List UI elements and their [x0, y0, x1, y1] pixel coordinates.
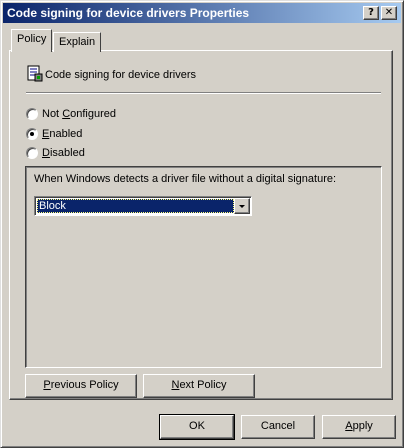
tab-policy[interactable]: Policy [11, 29, 53, 52]
cancel-button[interactable]: Cancel [241, 415, 315, 439]
close-button[interactable]: ✕ [381, 6, 397, 20]
apply-button[interactable]: Apply [322, 415, 396, 439]
next-policy-button[interactable]: Next Policy [143, 374, 255, 398]
group-label: When Windows detects a driver file witho… [34, 173, 337, 185]
radio-enabled[interactable]: Enabled [26, 128, 83, 141]
radio-disabled-label: Disabled [42, 147, 85, 160]
title-bar[interactable]: Code signing for device drivers Properti… [3, 3, 401, 23]
options-group: When Windows detects a driver file witho… [25, 166, 382, 368]
radio-enabled-label: Enabled [42, 128, 83, 141]
tab-explain[interactable]: Explain [53, 32, 102, 52]
tab-policy-label: Policy [17, 33, 47, 45]
policy-name: Code signing for device drivers [45, 69, 197, 81]
tab-explain-label: Explain [59, 36, 96, 48]
previous-policy-button[interactable]: Previous Policy [25, 374, 137, 398]
chevron-down-icon[interactable] [234, 198, 250, 214]
separator [26, 92, 381, 94]
policy-setting-icon [27, 65, 43, 82]
radio-disabled-circle[interactable] [26, 147, 38, 160]
radio-not-configured[interactable]: Not Configured [26, 108, 117, 121]
radio-enabled-circle[interactable] [26, 128, 38, 141]
signature-action-dropdown[interactable]: Block [34, 196, 252, 216]
dropdown-selected-value: Block [37, 199, 234, 213]
radio-not-configured-circle[interactable] [26, 108, 38, 121]
help-button[interactable]: ? [363, 6, 379, 20]
radio-not-configured-label: Not Configured [42, 108, 117, 121]
ok-button[interactable]: OK [159, 414, 235, 440]
properties-dialog: Code signing for device drivers Properti… [0, 0, 404, 448]
radio-disabled[interactable]: Disabled [26, 147, 85, 160]
window-title: Code signing for device drivers Properti… [7, 6, 250, 20]
